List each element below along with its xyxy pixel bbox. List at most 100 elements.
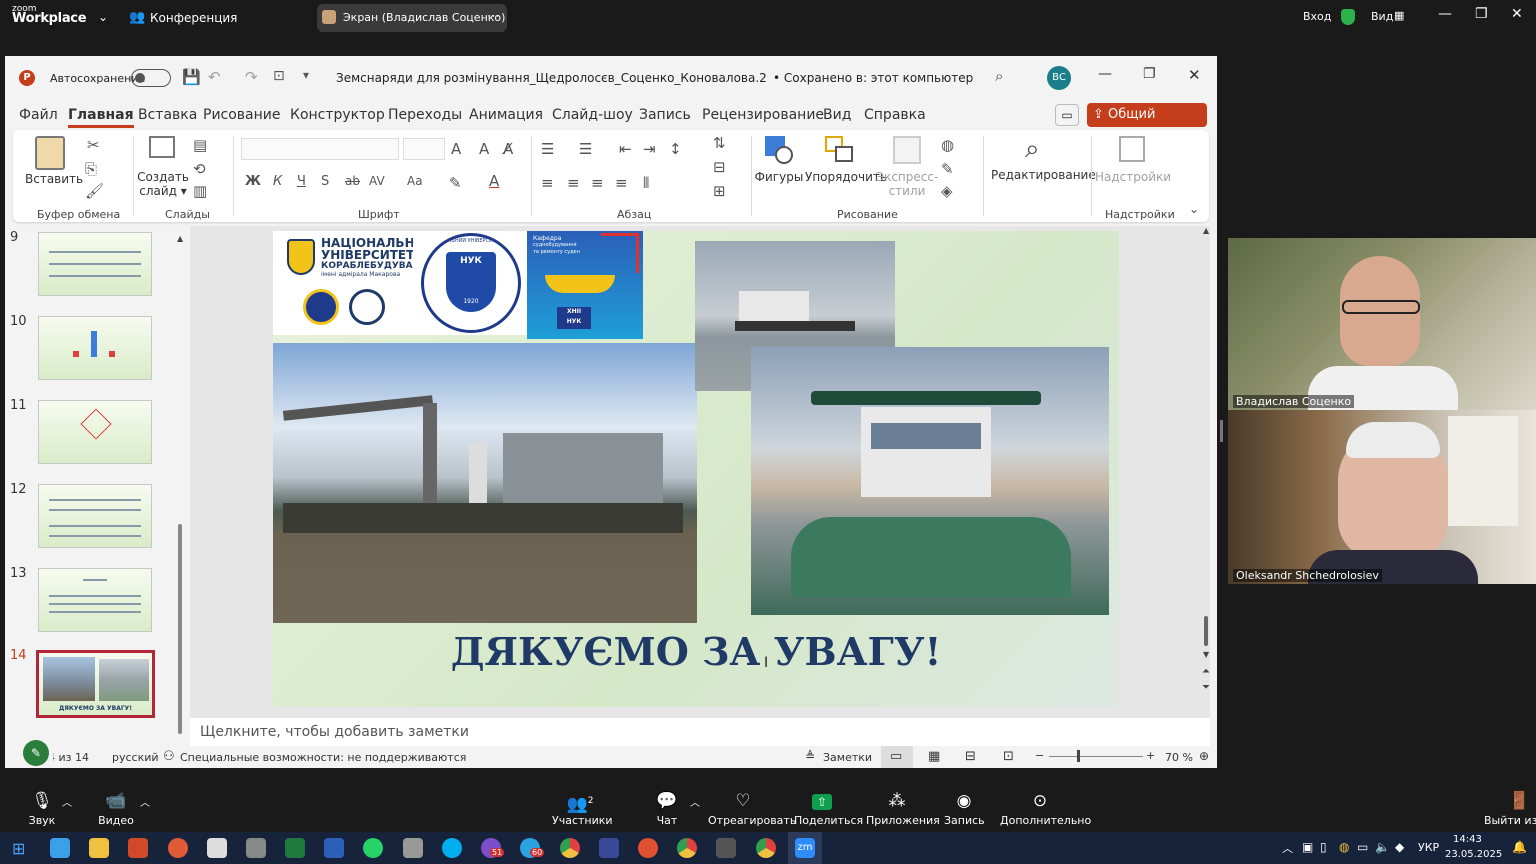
more-button[interactable]: ⊙ Дополнительно [1000, 784, 1091, 832]
slide-thumbnail-9[interactable] [38, 232, 152, 296]
record-button[interactable]: ◉ Запись [944, 784, 985, 832]
section-icon[interactable]: ▥ [193, 182, 207, 200]
app-icon[interactable] [128, 838, 148, 858]
panel-resize-handle[interactable] [1220, 420, 1223, 442]
italic-icon[interactable]: К [273, 174, 282, 189]
tab-review[interactable]: Рецензирование [702, 107, 824, 123]
next-slide-icon[interactable]: ⏷ [1202, 682, 1210, 693]
arrange-button[interactable]: Упорядочить [805, 170, 887, 184]
tab-view[interactable]: Вид [823, 107, 851, 123]
align-right-icon[interactable]: ≡ [591, 174, 604, 192]
camera-icon[interactable] [403, 838, 423, 858]
layout-icon[interactable]: ▤ [193, 136, 207, 154]
windows-start-icon[interactable]: ⊞ [12, 839, 25, 858]
line-spacing-icon[interactable]: ↕ [669, 140, 682, 158]
tab-file[interactable]: Файл [19, 107, 58, 123]
slide-sorter-icon[interactable]: ▦ [928, 749, 940, 764]
app-icon[interactable] [207, 838, 227, 858]
chrome-icon[interactable] [560, 838, 580, 858]
calculator-icon[interactable] [246, 838, 266, 858]
thumbnails-scrollbar[interactable]: ▲ [176, 234, 183, 744]
word-icon[interactable] [324, 838, 344, 858]
zoom-out-icon[interactable]: − [1035, 749, 1044, 762]
text-direction-icon[interactable]: ⇅ [713, 134, 726, 152]
chrome-icon[interactable] [677, 838, 697, 858]
collapse-ribbon-icon[interactable]: ⌄ [1189, 202, 1199, 216]
tab-help[interactable]: Справка [864, 107, 926, 123]
new-slide-icon[interactable] [149, 136, 175, 158]
fit-slide-icon[interactable]: ⊕ [1199, 749, 1209, 763]
slide-thumbnail-12[interactable] [38, 484, 152, 548]
bullets-icon[interactable]: ☰ [541, 140, 554, 158]
font-name-box[interactable] [241, 138, 399, 160]
keyboard-language[interactable]: УКР [1418, 841, 1439, 854]
share-screen-button[interactable]: ⇧ Поделиться [794, 784, 863, 832]
search-icon[interactable]: ⌕ [995, 67, 1003, 85]
font-color-icon[interactable]: A [489, 172, 499, 190]
notifications-icon[interactable]: 🔔 [1512, 840, 1527, 854]
skype-icon[interactable] [442, 838, 462, 858]
video-button[interactable]: 📹 Видео [94, 784, 138, 832]
justify-icon[interactable]: ≡ [615, 174, 628, 192]
strikethrough-icon[interactable]: ab [345, 174, 360, 188]
clock-date[interactable]: 23.05.2025 [1445, 849, 1502, 860]
file-explorer-icon[interactable] [89, 838, 109, 858]
addins-icon[interactable] [1119, 136, 1145, 162]
paste-icon[interactable] [35, 136, 65, 170]
zoom-app-icon[interactable]: zm [795, 838, 815, 858]
tab-transitions[interactable]: Переходы [388, 107, 462, 123]
more-icon[interactable]: ⋯ [487, 9, 500, 24]
shape-outline-icon[interactable]: ✎ [941, 160, 954, 178]
view-button[interactable]: Вид [1371, 10, 1393, 23]
slide-scrollbar-thumb[interactable] [1204, 616, 1208, 646]
shape-effects-icon[interactable]: ◈ [941, 182, 953, 200]
format-painter-icon[interactable]: 🖌 [85, 182, 104, 200]
conference-label[interactable]: Конференция [150, 11, 237, 25]
clear-format-icon[interactable]: A̸ [503, 140, 513, 158]
app-icon[interactable] [638, 838, 658, 858]
accessibility-status[interactable]: Специальные возможности: не поддерживают… [180, 751, 466, 764]
scroll-up-icon[interactable]: ▲ [1203, 226, 1209, 235]
normal-view-icon[interactable]: ▭ [890, 749, 902, 764]
accessibility-icon[interactable]: ⚇ [163, 749, 175, 764]
customize-icon[interactable]: ▾ [303, 68, 309, 82]
cut-icon[interactable]: ✂ [87, 136, 100, 154]
smartart-icon[interactable]: ⊞ [713, 182, 726, 200]
tray-icon[interactable]: ▣ [1302, 840, 1313, 854]
excel-icon[interactable] [285, 838, 305, 858]
underline-icon[interactable]: Ч [297, 174, 306, 189]
find-icon[interactable]: ⌕ [1025, 134, 1040, 165]
grid-icon[interactable]: ▦ [1394, 9, 1404, 22]
language-status[interactable]: русский [112, 751, 159, 764]
save-location[interactable]: • Сохранено в: этот компьютер [773, 71, 973, 85]
leave-button[interactable]: 🚪 Выйти из зала [1484, 784, 1536, 832]
save-icon[interactable]: 💾 [182, 68, 201, 86]
whatsapp-icon[interactable] [363, 838, 383, 858]
slide-thumbnail-11[interactable] [38, 400, 152, 464]
slide-canvas[interactable]: НАЦІОНАЛЬНИЙ УНІВЕРСИТЕТ КОРАБЛЕБУДУВАНН… [273, 231, 1119, 707]
tab-slideshow[interactable]: Слайд-шоу [552, 107, 633, 123]
chrome-icon[interactable] [756, 838, 776, 858]
minimize-icon[interactable]: — [1438, 6, 1452, 22]
notes-button[interactable]: Заметки [823, 751, 872, 764]
app-icon[interactable] [168, 838, 188, 858]
zoom-slider[interactable] [1049, 756, 1143, 757]
notes-pane[interactable]: Щелкните, чтобы добавить заметки [190, 718, 1210, 748]
highlight-icon[interactable]: ✎ [449, 174, 462, 192]
minimize-icon[interactable]: — [1098, 66, 1112, 82]
change-case-icon[interactable]: Aa [407, 174, 423, 188]
autosave-toggle[interactable] [131, 69, 171, 87]
apps-button[interactable]: ⁂ Приложения [866, 784, 940, 832]
tab-animations[interactable]: Анимация [469, 107, 543, 123]
char-spacing-icon[interactable]: AV [369, 174, 385, 188]
reset-icon[interactable]: ⟲ [193, 160, 206, 178]
edit-icon[interactable]: ✎ [23, 740, 49, 766]
comments-icon[interactable]: ▭ [1055, 104, 1079, 126]
vpn-icon[interactable]: ◆ [1395, 840, 1404, 854]
reading-view-icon[interactable]: ⊟ [965, 749, 976, 764]
chevron-up-icon[interactable]: ︿ [1282, 840, 1293, 856]
tab-draw[interactable]: Рисование [203, 107, 281, 123]
bold-icon[interactable]: Ж [245, 174, 261, 189]
columns-icon[interactable]: ⫴ [643, 174, 649, 192]
shrink-font-icon[interactable]: A [479, 140, 489, 158]
